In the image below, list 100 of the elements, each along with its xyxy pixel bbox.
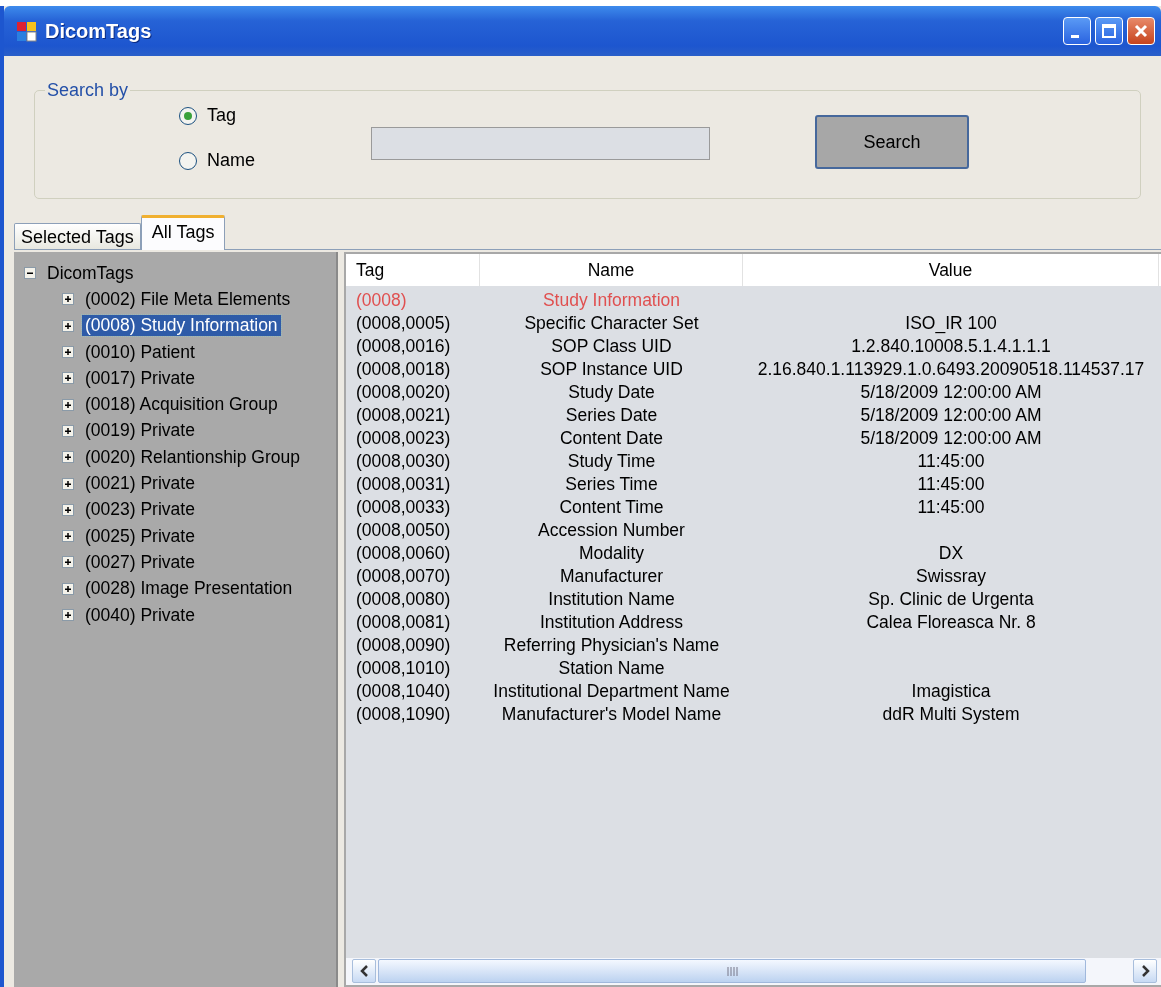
- tree-item[interactable]: (0025) Private: [82, 525, 198, 547]
- name-cell-text: Content Date: [558, 428, 665, 449]
- search-button[interactable]: Search: [815, 115, 969, 169]
- tree-item[interactable]: (0017) Private: [82, 367, 198, 389]
- expand-icon[interactable]: [62, 530, 74, 543]
- name-cell-text: Station Name: [557, 658, 666, 679]
- tree-item[interactable]: (0010) Patient: [82, 341, 198, 363]
- expand-icon[interactable]: [62, 556, 74, 569]
- column-header[interactable]: Name: [480, 254, 743, 286]
- name-cell-text: Manufacturer: [558, 566, 665, 587]
- expand-icon[interactable]: [62, 477, 74, 490]
- value-cell-text: 5/18/2009 12:00:00 AM: [859, 428, 1043, 449]
- tag-cell-text: (0008,0005): [355, 313, 452, 334]
- tag-cell-text: (0008,0050): [355, 520, 452, 541]
- name-cell-text: SOP Instance UID: [539, 359, 684, 380]
- name-cell-text: SOP Class UID: [550, 336, 673, 357]
- expand-icon[interactable]: [62, 319, 74, 332]
- tree-item[interactable]: (0018) Acquisition Group: [82, 394, 281, 416]
- radio-option[interactable]: Tag: [179, 105, 255, 126]
- name-cell-text: Institutional Department Name: [492, 681, 731, 702]
- tag-cell-text: (0008,0080): [355, 589, 452, 610]
- tree-item[interactable]: (0027) Private: [82, 551, 198, 573]
- tree-item[interactable]: (0019) Private: [82, 420, 198, 442]
- tree-item[interactable]: (0008) Study Information: [82, 315, 281, 337]
- tag-cell-text: (0008,1090): [355, 704, 452, 725]
- collapse-icon[interactable]: [24, 267, 36, 280]
- tree-item[interactable]: (0040) Private: [82, 604, 198, 626]
- window-title: DicomTags: [45, 19, 153, 43]
- tag-cell-text: (0008): [355, 290, 408, 311]
- value-cell-text: Imagistica: [910, 681, 992, 702]
- expand-icon[interactable]: [62, 451, 74, 464]
- horizontal-scrollbar[interactable]: [346, 958, 1161, 985]
- value-cell-text: 1.2.840.10008.5.1.4.1.1.1: [850, 336, 1052, 357]
- expand-icon[interactable]: [62, 293, 74, 306]
- minimize-button[interactable]: [1063, 17, 1091, 45]
- tree-item[interactable]: (0020) Relantionship Group: [82, 446, 303, 468]
- name-cell-text: Accession Number: [537, 520, 686, 541]
- name-cell-text: Referring Physician's Name: [502, 635, 721, 656]
- expand-icon[interactable]: [62, 582, 74, 595]
- name-cell-text: Content Time: [558, 497, 665, 518]
- close-button[interactable]: [1127, 17, 1155, 45]
- chevron-right-icon: [1139, 964, 1151, 978]
- tag-cell-text: (0008,0023): [355, 428, 452, 449]
- name-cell-text: Institution Name: [547, 589, 676, 610]
- tag-cell-text: (0008,0070): [355, 566, 452, 587]
- expand-icon[interactable]: [62, 609, 74, 621]
- name-cell-text: Modality: [577, 543, 646, 564]
- close-icon: [1133, 23, 1149, 39]
- value-cell-text: 11:45:00: [916, 497, 986, 518]
- tag-cell-text: (0008,1040): [355, 681, 452, 702]
- value-cell-text: 5/18/2009 12:00:00 AM: [859, 405, 1043, 426]
- column-header[interactable]: Value: [743, 254, 1159, 286]
- tab[interactable]: All Tags: [140, 215, 226, 250]
- expand-icon[interactable]: [62, 424, 74, 437]
- name-cell-text: Study Information: [541, 290, 682, 311]
- tab[interactable]: Selected Tags: [14, 223, 141, 249]
- value-cell-text: DX: [937, 543, 965, 564]
- name-cell-text: Study Time: [566, 451, 657, 472]
- expand-icon[interactable]: [62, 372, 74, 385]
- minimize-icon: [1071, 34, 1079, 38]
- tag-cell-text: (0008,0060): [355, 543, 452, 564]
- radio-button[interactable]: [179, 106, 197, 125]
- tag-cell-text: (0008,0030): [355, 451, 452, 472]
- radio-option[interactable]: Name: [179, 150, 255, 171]
- tree-item[interactable]: (0021) Private: [82, 473, 198, 494]
- tag-cell-text: (0008,0033): [355, 497, 452, 518]
- name-cell-text: Series Date: [564, 405, 659, 426]
- value-cell-text: 11:45:00: [916, 474, 986, 495]
- tree-item[interactable]: (0023) Private: [82, 499, 198, 521]
- tag-cell-text: (0008,0016): [355, 336, 452, 357]
- tag-cell-text: (0008,0020): [355, 382, 452, 403]
- grip-icon: [726, 966, 738, 976]
- name-cell-text: Specific Character Set: [523, 313, 700, 334]
- app-icon: [16, 20, 37, 42]
- expand-icon[interactable]: [62, 503, 74, 516]
- scroll-left-button[interactable]: [352, 959, 376, 983]
- column-header[interactable]: Tag: [346, 254, 480, 286]
- tag-cell-text: (0008,1010): [355, 658, 452, 679]
- radio-button[interactable]: [179, 151, 197, 170]
- expand-icon[interactable]: [62, 346, 74, 359]
- maximize-button[interactable]: [1095, 17, 1123, 45]
- tag-cell-text: (0008,0090): [355, 635, 452, 656]
- value-cell-text: ISO_IR 100: [904, 313, 998, 334]
- value-cell-text: 5/18/2009 12:00:00 AM: [859, 382, 1043, 403]
- value-cell-text: Swissray: [915, 566, 987, 587]
- tag-cell-text: (0008,0081): [355, 612, 452, 633]
- tag-cell-text: (0008,0018): [355, 359, 452, 380]
- maximize-icon: [1101, 23, 1117, 39]
- search-field[interactable]: [371, 127, 710, 160]
- expand-icon[interactable]: [62, 398, 74, 411]
- tree-item[interactable]: (0002) File Meta Elements: [82, 288, 294, 310]
- tree-item[interactable]: DicomTags: [44, 262, 137, 284]
- scrollbar-thumb[interactable]: [378, 959, 1086, 983]
- value-cell-text: ddR Multi System: [881, 704, 1021, 725]
- chevron-left-icon: [358, 964, 370, 978]
- value-cell-text: Sp. Clinic de Urgenta: [867, 589, 1035, 610]
- name-cell-text: Manufacturer's Model Name: [500, 704, 723, 725]
- value-cell-text: 11:45:00: [916, 451, 986, 472]
- tree-item[interactable]: (0028) Image Presentation: [82, 578, 296, 600]
- scroll-right-button[interactable]: [1133, 959, 1157, 983]
